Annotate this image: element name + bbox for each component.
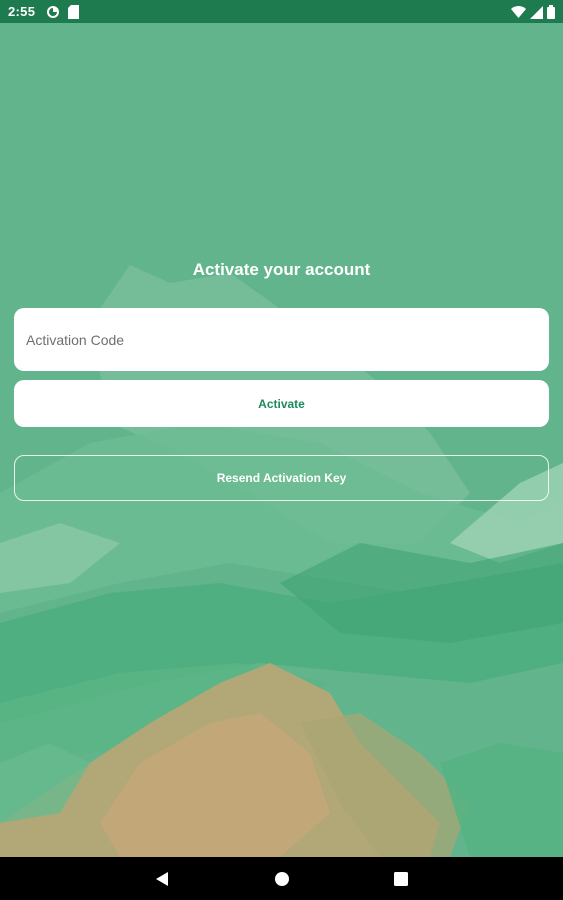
activation-code-input[interactable] xyxy=(14,308,549,371)
back-icon[interactable] xyxy=(151,868,173,890)
cell-signal-icon xyxy=(530,5,543,22)
navigation-bar xyxy=(0,857,563,900)
app-notification-icon xyxy=(46,5,60,22)
sd-card-icon xyxy=(68,5,79,22)
recents-icon[interactable] xyxy=(390,868,412,890)
wifi-icon xyxy=(511,5,526,22)
battery-icon xyxy=(547,5,555,22)
activate-button[interactable]: Activate xyxy=(14,380,549,427)
status-bar: 2:55 xyxy=(0,0,563,23)
background-painting xyxy=(0,23,563,857)
status-time: 2:55 xyxy=(8,4,36,19)
resend-activation-key-button[interactable]: Resend Activation Key xyxy=(14,455,549,501)
home-icon[interactable] xyxy=(271,868,293,890)
page-title: Activate your account xyxy=(192,260,371,279)
activation-screen: 2:55 Activate your account Activation Co… xyxy=(0,0,563,900)
